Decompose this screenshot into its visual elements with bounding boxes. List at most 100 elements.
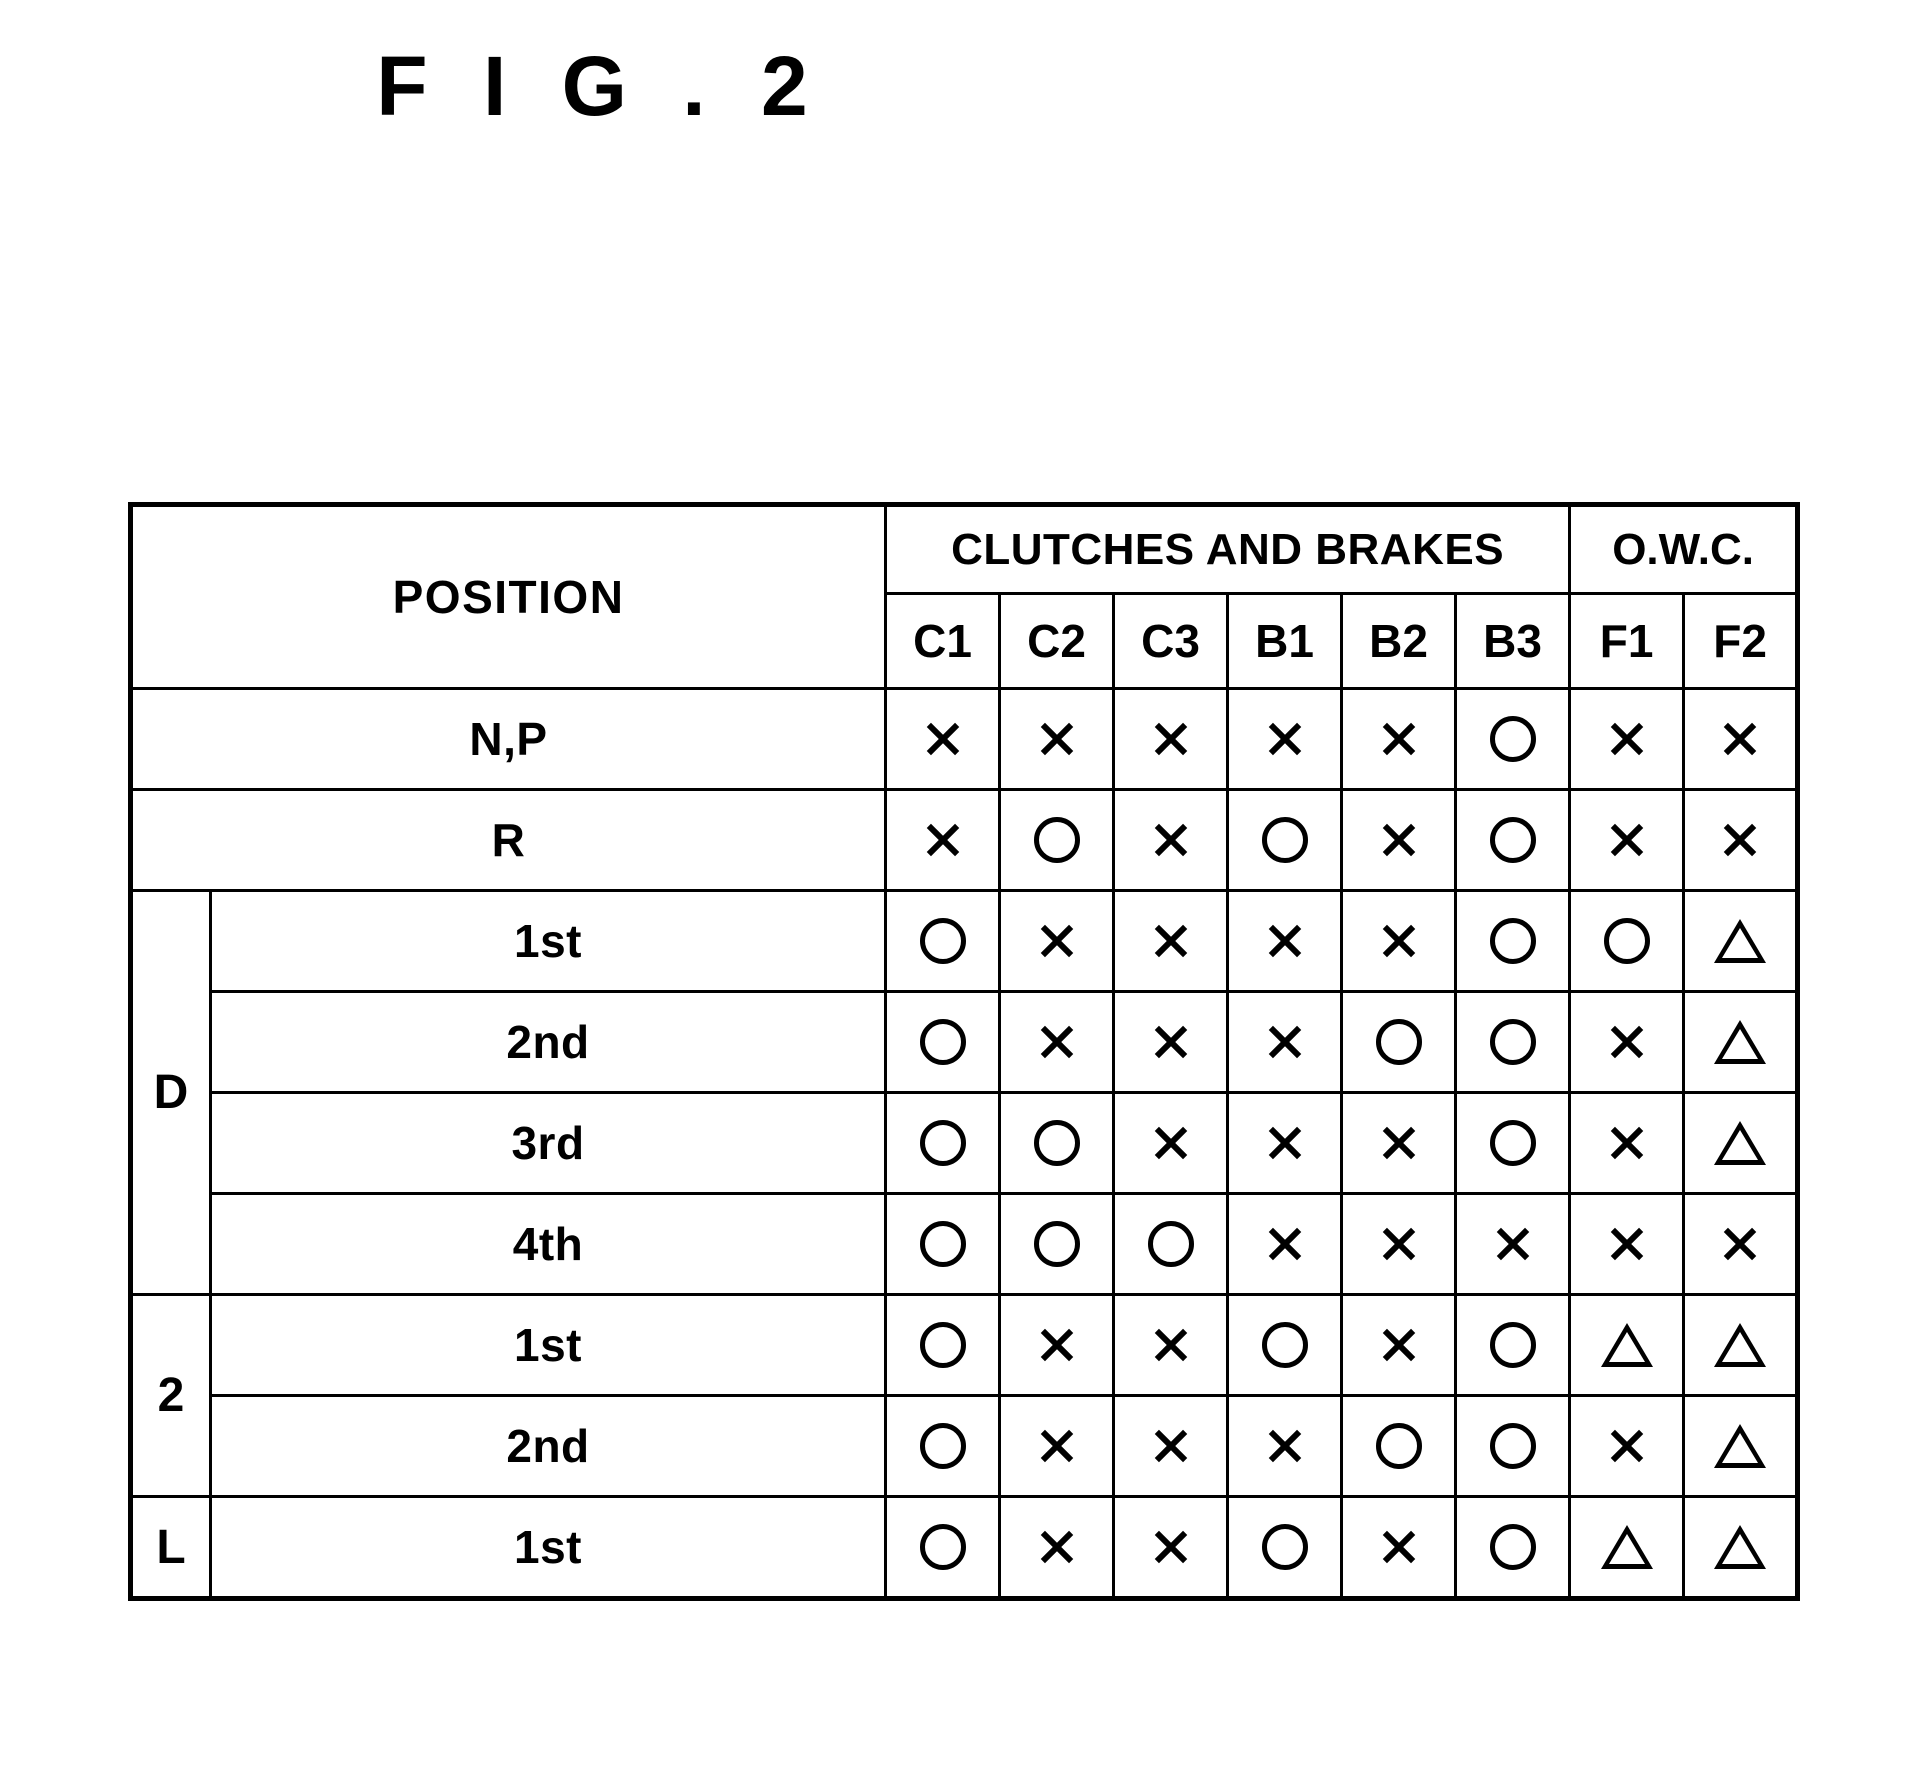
cell-b2-circle	[1340, 990, 1458, 1094]
circle-icon	[919, 1221, 966, 1267]
cross-icon	[1037, 921, 1077, 961]
circle-icon	[1261, 1322, 1308, 1368]
cell-b2-cross	[1340, 1091, 1458, 1195]
cross-icon	[1151, 1325, 1191, 1365]
circle-icon	[919, 1322, 966, 1368]
cell-b3-circle	[1454, 1495, 1572, 1600]
cell-b1-circle	[1226, 1293, 1344, 1397]
triangle-icon	[1600, 1525, 1653, 1569]
triangle-icon	[1714, 919, 1767, 963]
cell-b3-circle	[1454, 1293, 1572, 1397]
cross-icon	[1379, 1527, 1419, 1567]
cross-icon	[1607, 1426, 1647, 1466]
cross-icon	[1037, 1527, 1077, 1567]
circle-icon	[919, 1019, 966, 1065]
cell-c1-cross	[884, 687, 1002, 791]
cross-icon	[1265, 1426, 1305, 1466]
range-label-d: D	[129, 889, 212, 1296]
cell-b2-cross	[1340, 788, 1458, 892]
cross-icon	[1037, 1426, 1077, 1466]
clutch-engagement-table: POSITION CLUTCHES AND BRAKES O.W.C. C1 C…	[127, 502, 1801, 1601]
cross-icon	[1607, 719, 1647, 759]
circle-icon	[1489, 817, 1536, 863]
cell-c2-cross	[998, 990, 1116, 1094]
cell-f2-triangle	[1682, 889, 1800, 993]
cell-b1-circle	[1226, 1495, 1344, 1600]
cell-f1-circle	[1568, 889, 1686, 993]
cross-icon	[1151, 719, 1191, 759]
table-head: POSITION CLUTCHES AND BRAKES O.W.C. C1 C…	[127, 503, 1800, 690]
cell-f2-triangle	[1682, 1293, 1800, 1397]
column-header-f2: F2	[1682, 592, 1800, 690]
circle-icon	[1033, 817, 1080, 863]
circle-icon	[1489, 716, 1536, 762]
circle-icon	[919, 918, 966, 964]
cell-c1-circle	[884, 1192, 1002, 1296]
cell-b3-cross	[1454, 1192, 1572, 1296]
cell-c3-cross	[1112, 687, 1230, 791]
circle-icon	[1489, 918, 1536, 964]
cell-c3-cross	[1112, 788, 1230, 892]
cell-b1-cross	[1226, 1192, 1344, 1296]
cross-icon	[1037, 1022, 1077, 1062]
cell-b3-circle	[1454, 1394, 1572, 1498]
gear-label-d-3rd: 3rd	[208, 1091, 888, 1195]
cross-icon	[1720, 719, 1760, 759]
gear-label-2-2nd: 2nd	[208, 1394, 888, 1498]
cell-c3-cross	[1112, 889, 1230, 993]
cell-c2-cross	[998, 1394, 1116, 1498]
operation-table-container: POSITION CLUTCHES AND BRAKES O.W.C. C1 C…	[127, 502, 1801, 1601]
circle-icon	[919, 1524, 966, 1570]
gear-label-l-1st: 1st	[208, 1495, 888, 1600]
cross-icon	[1265, 1224, 1305, 1264]
table-row: 4th	[131, 1192, 1800, 1296]
cell-b3-circle	[1454, 990, 1572, 1094]
circle-icon	[1603, 918, 1650, 964]
cross-icon	[1720, 1224, 1760, 1264]
cell-b1-cross	[1226, 687, 1344, 791]
cross-icon	[1379, 1123, 1419, 1163]
column-header-c3: C3	[1112, 592, 1230, 690]
cell-b2-cross	[1340, 687, 1458, 791]
cell-c2-cross	[998, 1293, 1116, 1397]
cell-f1-cross	[1568, 687, 1686, 791]
cross-icon	[1607, 820, 1647, 860]
cell-f1-cross	[1568, 1091, 1686, 1195]
circle-icon	[1261, 1524, 1308, 1570]
cell-c1-circle	[884, 889, 1002, 993]
circle-icon	[1489, 1019, 1536, 1065]
circle-icon	[919, 1423, 966, 1469]
table-row: R	[128, 788, 1800, 892]
cell-b1-cross	[1226, 1091, 1344, 1195]
gear-label-d-2nd: 2nd	[208, 990, 888, 1094]
cell-c1-circle	[884, 1293, 1002, 1397]
triangle-icon	[1714, 1020, 1767, 1064]
cell-c2-circle	[998, 1192, 1116, 1296]
column-header-b3: B3	[1454, 592, 1572, 690]
cell-c1-cross	[884, 788, 1002, 892]
cross-icon	[1607, 1123, 1647, 1163]
cell-b1-cross	[1226, 990, 1344, 1094]
circle-icon	[1489, 1120, 1536, 1166]
cross-icon	[1379, 1325, 1419, 1365]
table-row: 2nd	[131, 1394, 1800, 1498]
cell-f1-cross	[1568, 1192, 1686, 1296]
range-label-2: 2	[129, 1293, 212, 1498]
cell-b1-circle	[1226, 788, 1344, 892]
cross-icon	[1265, 719, 1305, 759]
cross-icon	[1607, 1022, 1647, 1062]
cell-f2-cross	[1682, 687, 1800, 791]
cell-c3-cross	[1112, 1394, 1230, 1498]
gear-label-d-1st: 1st	[208, 889, 888, 993]
cell-c3-cross	[1112, 1495, 1230, 1600]
cross-icon	[1037, 1325, 1077, 1365]
cell-c1-circle	[884, 1394, 1002, 1498]
cross-icon	[1151, 1123, 1191, 1163]
cross-icon	[923, 719, 963, 759]
cell-b3-circle	[1454, 788, 1572, 892]
cross-icon	[1037, 719, 1077, 759]
column-header-b2: B2	[1340, 592, 1458, 690]
cell-c2-cross	[998, 687, 1116, 791]
circle-icon	[1261, 817, 1308, 863]
cell-c2-cross	[998, 889, 1116, 993]
